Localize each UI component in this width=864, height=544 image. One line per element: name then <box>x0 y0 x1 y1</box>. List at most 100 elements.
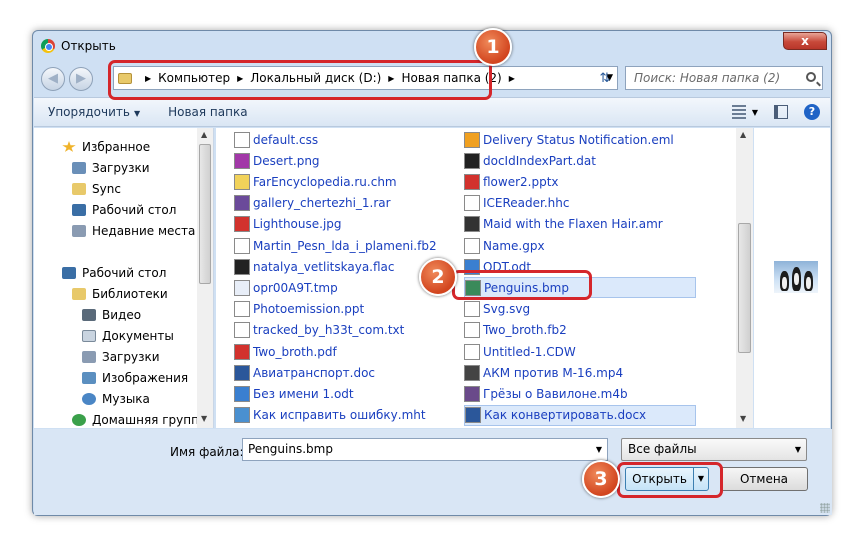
file-item[interactable]: Two_broth.fb2 <box>464 320 567 341</box>
file-item[interactable]: Name.gpx <box>464 235 545 256</box>
chevron-down-icon[interactable]: ▼ <box>596 445 602 454</box>
file-name: Martin_Pesn_lda_i_plameni.fb2 <box>253 238 437 253</box>
pdf-file-icon <box>234 343 250 360</box>
nav-item-downloads[interactable]: Загрузки <box>72 161 150 175</box>
file-item[interactable]: default.css <box>234 129 318 150</box>
step-badge-3: 3 <box>582 460 620 498</box>
back-arrow-icon: ◀ <box>48 71 58 86</box>
file-name: gallery_chertezhi_1.rar <box>253 196 391 211</box>
file-name: Svg.svg <box>483 302 531 317</box>
file-list-scrollbar[interactable]: ▲ ▼ <box>736 128 753 428</box>
file-item[interactable]: Delivery Status Notification.eml <box>464 129 674 150</box>
nav-item-music[interactable]: Музыка <box>82 392 150 406</box>
file-type-select[interactable]: Все файлы ▼ <box>621 438 807 461</box>
chevron-down-icon: ▼ <box>133 109 141 118</box>
title-bar: Открыть <box>41 37 116 55</box>
refresh-button[interactable]: ⇅ <box>594 71 616 86</box>
resize-grip-icon[interactable] <box>820 503 830 513</box>
search-placeholder: Поиск: Новая папка (2) <box>634 71 781 85</box>
file-item[interactable]: АКМ против М-16.mp4 <box>464 362 623 383</box>
file-name: flower2.pptx <box>483 174 559 189</box>
file-item[interactable]: Без имени 1.odt <box>234 383 354 404</box>
scroll-up-arrow-icon[interactable]: ▲ <box>740 130 746 139</box>
fb2-file-icon <box>234 237 250 254</box>
scroll-down-arrow-icon[interactable]: ▼ <box>201 414 207 423</box>
search-icon[interactable] <box>806 72 816 82</box>
file-scroll-thumb[interactable] <box>738 223 751 353</box>
file-item[interactable]: flower2.pptx <box>464 171 559 192</box>
file-name: АКМ против М-16.mp4 <box>483 365 624 380</box>
file-item[interactable]: FarEncyclopedia.ru.chm <box>234 171 397 192</box>
file-item[interactable]: Photoemission.ppt <box>234 299 364 320</box>
file-item[interactable]: tracked_by_h33t_com.txt <box>234 320 404 341</box>
file-name: Two_broth.fb2 <box>483 323 567 338</box>
file-item[interactable]: Desert.png <box>234 150 320 171</box>
help-icon[interactable]: ? <box>804 104 820 120</box>
ppt-file-icon <box>234 301 250 318</box>
file-highlight <box>452 270 592 300</box>
file-item[interactable]: Maid with the Flaxen Hair.amr <box>464 214 663 235</box>
file-name: Как исправить ошибку.mht <box>253 408 426 423</box>
scroll-down-arrow-icon[interactable]: ▼ <box>740 414 746 423</box>
navigation-pane: Избранное Загрузки Sync Рабочий стол Нед… <box>34 128 214 428</box>
views-icon <box>731 105 746 119</box>
search-input[interactable]: Поиск: Новая папка (2) <box>625 66 823 90</box>
file-name: natalya_vetlitskaya.flac <box>253 259 395 274</box>
file-item[interactable]: Untitled-1.CDW <box>464 341 576 362</box>
file-item[interactable]: Как исправить ошибку.mht <box>234 405 426 426</box>
nav-item-documents[interactable]: Документы <box>82 329 174 343</box>
cdw-file-icon <box>464 343 480 360</box>
file-name: FarEncyclopedia.ru.chm <box>253 174 397 189</box>
file-item[interactable]: natalya_vetlitskaya.flac <box>234 256 395 277</box>
hhc-file-icon <box>464 195 480 212</box>
scroll-up-arrow-icon[interactable]: ▲ <box>201 130 207 139</box>
documents-library-icon <box>82 330 96 342</box>
nav-item-favorites[interactable]: Избранное <box>62 140 150 154</box>
file-item[interactable]: Как конвертировать.docx <box>464 404 696 426</box>
nav-item-recent-places[interactable]: Недавние места <box>72 224 195 238</box>
file-item[interactable]: Авиатранспорт.doc <box>234 362 375 383</box>
downloads-library-icon <box>82 351 96 363</box>
penguin-shape <box>792 267 801 291</box>
back-button[interactable]: ◀ <box>41 67 65 91</box>
nav-item-desktop-root[interactable]: Рабочий стол <box>62 266 166 280</box>
cancel-button[interactable]: Отмена <box>720 467 808 491</box>
nav-item-libraries[interactable]: Библиотеки <box>72 287 168 301</box>
close-button[interactable]: x <box>783 32 827 50</box>
homegroup-icon <box>72 414 86 426</box>
penguins-preview-image <box>774 261 818 293</box>
nav-scrollbar[interactable]: ▲ ▼ <box>197 128 213 428</box>
filename-label: Имя файла: <box>170 445 244 459</box>
nav-item-desktop[interactable]: Рабочий стол <box>72 203 176 217</box>
new-folder-button[interactable]: Новая папка <box>154 105 261 119</box>
file-name: Авиатранспорт.doc <box>253 365 376 380</box>
organize-button[interactable]: Упорядочить ▼ <box>34 105 154 119</box>
file-item[interactable]: docIdIndexPart.dat <box>464 150 596 171</box>
file-item[interactable]: Грёзы о Вавилоне.m4b <box>464 383 628 404</box>
nav-item-homegroup[interactable]: Домашняя группа <box>72 413 206 427</box>
nav-item-sync[interactable]: Sync <box>72 182 121 196</box>
filename-input[interactable]: Penguins.bmp ▼ <box>242 438 608 461</box>
nav-scroll-thumb[interactable] <box>199 144 211 284</box>
nav-item-video[interactable]: Видео <box>82 308 141 322</box>
file-item[interactable]: gallery_chertezhi_1.rar <box>234 193 391 214</box>
file-item[interactable]: Lighthouse.jpg <box>234 214 342 235</box>
file-item[interactable]: Martin_Pesn_lda_i_plameni.fb2 <box>234 235 437 256</box>
file-name: opr00A9T.tmp <box>253 280 338 295</box>
preview-pane-button[interactable] <box>774 105 788 119</box>
desktop-icon <box>72 204 86 216</box>
nav-item-downloads-library[interactable]: Загрузки <box>82 350 160 364</box>
amr-file-icon <box>464 216 480 233</box>
file-item[interactable]: Svg.svg <box>464 299 530 320</box>
chevron-down-icon: ▼ <box>751 107 758 117</box>
file-item[interactable]: opr00A9T.tmp <box>234 277 338 298</box>
file-item[interactable]: ICEReader.hhc <box>464 193 570 214</box>
nav-item-pictures[interactable]: Изображения <box>82 371 188 385</box>
file-item[interactable]: Two_broth.pdf <box>234 341 337 362</box>
file-name: Desert.png <box>253 153 320 168</box>
open-button-highlight <box>617 462 723 498</box>
forward-button[interactable]: ▶ <box>69 67 93 91</box>
file-name: default.css <box>253 132 319 147</box>
change-view-button[interactable]: ▼ <box>731 105 758 119</box>
chevron-right-icon[interactable]: ▶ <box>509 74 515 83</box>
